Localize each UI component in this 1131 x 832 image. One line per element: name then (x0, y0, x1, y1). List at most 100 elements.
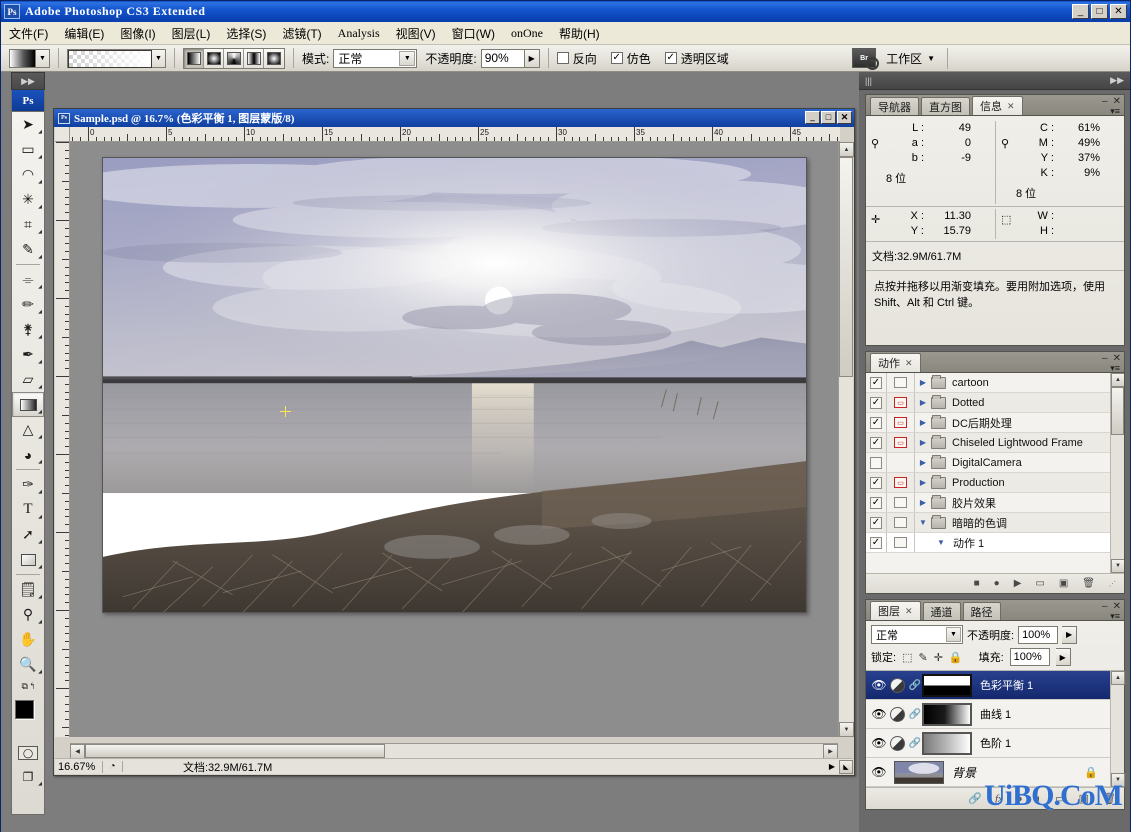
action-toggle[interactable] (866, 453, 887, 472)
action-row[interactable]: ✓ ▭ ▶ Chiseled Lightwood Frame (866, 433, 1124, 453)
action-dialog-toggle[interactable]: ▭ (887, 433, 915, 452)
dock-expand-icon[interactable]: ▶▶ (1110, 75, 1124, 86)
opacity-stepper-icon[interactable]: ▶ (1062, 625, 1078, 644)
blur-tool[interactable]: ◕ ◢ (12, 442, 44, 467)
reverse-checkbox[interactable]: 反向 (556, 50, 597, 67)
scroll-up-icon[interactable]: ▲ (839, 142, 854, 157)
action-toggle[interactable]: ✓ (866, 373, 887, 392)
lasso-tool[interactable]: ◠ ◢ (12, 162, 44, 187)
radial-gradient-icon[interactable] (204, 48, 224, 68)
layer-mask-thumbnail[interactable] (922, 702, 972, 726)
menu-view[interactable]: 视图(V) (388, 23, 444, 44)
actions-list[interactable]: ✓ ▶ cartoon ✓ ▭ ▶ Dotted ✓ ▭ ▶ DC后期处理 ✓ … (866, 373, 1124, 573)
tab-channels[interactable]: 通道 (922, 602, 961, 620)
close-icon[interactable]: ✕ (905, 606, 913, 617)
canvas-area[interactable] (70, 142, 840, 737)
action-row[interactable]: ✓ ▭ ▶ DC后期处理 (866, 413, 1124, 433)
action-dialog-toggle[interactable]: ▭ (887, 393, 915, 412)
close-icon[interactable]: ✕ (1007, 101, 1015, 112)
path-selection-tool[interactable]: ➚ ◢ (12, 522, 44, 547)
magic-wand-tool[interactable]: ✳ ◢ (12, 187, 44, 212)
linear-gradient-icon[interactable] (184, 48, 204, 68)
action-row[interactable]: ✓ ▼ 动作 1 (866, 533, 1124, 553)
type-tool[interactable]: T ◢ (12, 497, 44, 522)
opacity-input[interactable]: 100% (1018, 625, 1059, 644)
clone-stamp-tool[interactable]: ⚵ ◢ (12, 317, 44, 342)
transparency-checkbox[interactable]: ✓ 透明区域 (664, 50, 729, 67)
layer-row[interactable]: 👁 🔗 曲线 1 (866, 700, 1124, 729)
vertical-scrollbar[interactable]: ▲ ▼ (838, 142, 854, 737)
tab-actions[interactable]: 动作 ✕ (870, 353, 921, 372)
toolbox-collapse-button[interactable]: ▶▶ (11, 72, 45, 90)
chevron-right-icon[interactable]: ▶ (915, 418, 931, 427)
screen-mode-icon[interactable]: ❐ ◢ (12, 764, 44, 789)
chevron-right-icon[interactable]: ▶ (915, 478, 931, 487)
zoom-level[interactable]: 16.67% (55, 760, 103, 773)
ruler-corner[interactable] (55, 127, 70, 142)
action-dialog-toggle[interactable] (887, 493, 915, 512)
action-toggle[interactable]: ✓ (866, 473, 887, 492)
new-set-icon[interactable]: ▭ (1035, 578, 1044, 589)
scroll-down-icon[interactable]: ▼ (1111, 773, 1125, 787)
resize-grip-icon[interactable]: ⋰ (1109, 580, 1116, 588)
chevron-right-icon[interactable]: ▶ (915, 378, 931, 387)
menu-filter[interactable]: 滤镜(T) (274, 23, 329, 44)
blend-mode-select[interactable]: 正常 ▼ (871, 625, 963, 644)
menu-onone[interactable]: onOne (503, 24, 551, 43)
panel-menu-icon[interactable]: ▾≡ (1110, 611, 1120, 622)
lock-pixels-icon[interactable]: ✎ (918, 651, 927, 664)
link-icon[interactable]: 🔗 (908, 680, 922, 691)
eye-icon[interactable]: 👁 (868, 707, 890, 721)
tab-paths[interactable]: 路径 (962, 602, 1001, 620)
tab-layers[interactable]: 图层 ✕ (870, 601, 921, 620)
layer-mask-thumbnail[interactable] (922, 673, 972, 697)
chevron-down-icon[interactable]: ▼ (915, 518, 931, 527)
brush-tool[interactable]: ✏ ◢ (12, 292, 44, 317)
gradient-picker[interactable]: ▼ (67, 48, 166, 68)
fill-input[interactable]: 100% (1009, 648, 1050, 666)
action-dialog-toggle[interactable] (887, 533, 915, 552)
new-adjustment-icon[interactable]: ◐ (1036, 793, 1043, 805)
dodge-tool[interactable]: △ ◢ (12, 417, 44, 442)
new-group-icon[interactable]: ▭ (1055, 792, 1065, 805)
document-close-button[interactable]: ✕ (837, 111, 852, 124)
action-dialog-toggle[interactable] (887, 453, 915, 472)
layer-row[interactable]: 👁 🔗 色彩平衡 1 (866, 671, 1124, 700)
chevron-right-icon[interactable]: ▶ (915, 458, 931, 467)
pen-tool[interactable]: ✑ ◢ (12, 472, 44, 497)
action-dialog-toggle[interactable]: ▭ (887, 473, 915, 492)
chevron-right-icon[interactable]: ▶ (915, 498, 931, 507)
menu-file[interactable]: 文件(F) (1, 23, 56, 44)
scroll-down-icon[interactable]: ▼ (1111, 559, 1124, 573)
crop-tool[interactable]: ⌗ ◢ (12, 212, 44, 237)
healing-brush-tool[interactable]: ⌯ ◢ (12, 267, 44, 292)
stop-icon[interactable]: ■ (974, 578, 980, 589)
dock-grip-icon[interactable]: ||| (865, 76, 872, 86)
eraser-tool[interactable]: ▱ ◢ (12, 367, 44, 392)
menu-image[interactable]: 图像(I) (112, 23, 163, 44)
action-dialog-toggle[interactable] (887, 373, 915, 392)
chevron-down-icon[interactable]: ▼ (152, 49, 165, 67)
tool-preset-picker[interactable]: ▼ (9, 48, 50, 68)
action-toggle[interactable]: ✓ (866, 493, 887, 512)
delete-icon[interactable]: 🗑 (1082, 578, 1095, 589)
action-row[interactable]: ✓ ▭ ▶ Production (866, 473, 1124, 493)
lock-all-icon[interactable]: 🔒 (949, 651, 963, 664)
scroll-down-icon[interactable]: ▼ (839, 722, 854, 737)
diamond-gradient-icon[interactable] (264, 48, 284, 68)
foreground-color-swatch[interactable] (15, 700, 34, 719)
play-icon[interactable]: ▶ (1014, 578, 1022, 589)
status-preview-icon[interactable]: ◔ (103, 761, 123, 772)
action-toggle[interactable]: ✓ (866, 433, 887, 452)
actions-scrollbar[interactable]: ▲ ▼ (1110, 373, 1124, 573)
workspace-button[interactable]: 工作区 ▼ (886, 50, 935, 67)
vertical-scroll-thumb[interactable] (839, 157, 853, 377)
scroll-up-icon[interactable]: ▲ (1111, 671, 1125, 685)
link-layers-icon[interactable]: 🔗 (968, 792, 982, 805)
quickmask-icon[interactable]: ◯ (18, 746, 38, 760)
horizontal-scrollbar[interactable]: ◀ ▶ (70, 743, 838, 759)
layer-row[interactable]: 👁 背景 🔒 (866, 758, 1124, 787)
menu-analysis[interactable]: Analysis (330, 24, 388, 43)
link-icon[interactable]: 🔗 (908, 709, 922, 720)
eye-icon[interactable]: 👁 (868, 736, 890, 750)
